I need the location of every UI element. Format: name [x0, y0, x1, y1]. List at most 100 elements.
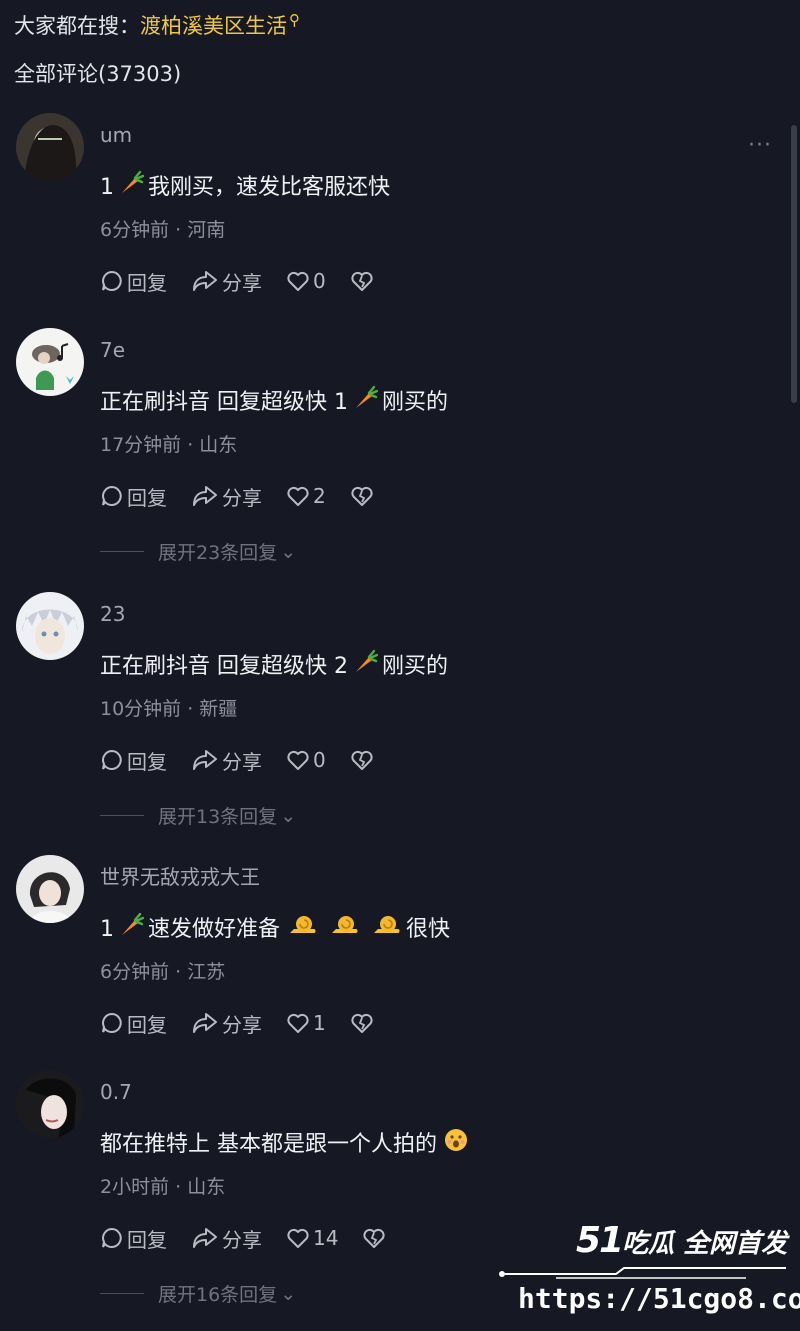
comment-meta: 6分钟前 · 河南	[100, 219, 226, 241]
comment-username[interactable]: 世界无敌戎戎大王	[100, 863, 260, 891]
dislike-button[interactable]	[362, 1226, 389, 1250]
reply-icon	[102, 749, 122, 770]
like-count: 1	[313, 1011, 326, 1035]
like-button[interactable]: 1	[286, 1011, 326, 1035]
reply-button[interactable]: 回复	[100, 267, 167, 296]
carrot-emoji-icon	[118, 170, 145, 206]
heart-icon	[287, 1228, 309, 1248]
chevron-down-icon: ⌄	[280, 804, 297, 827]
divider	[100, 1293, 144, 1294]
comment-username[interactable]: um	[100, 121, 132, 149]
snail-emoji-icon	[330, 913, 360, 947]
divider	[100, 815, 144, 816]
chevron-down-icon: ⌄	[280, 540, 297, 563]
comment-text: 1 我刚买，速发比客服还快	[100, 170, 390, 206]
reply-icon	[102, 270, 122, 291]
share-icon	[193, 271, 217, 291]
search-suggestion-term[interactable]: 渡柏溪美区生活	[140, 14, 287, 38]
dislike-button[interactable]	[350, 269, 377, 293]
like-button[interactable]: 14	[286, 1226, 338, 1250]
broken-heart-icon	[363, 1228, 386, 1248]
watermark-url: https://51cgo8.com	[518, 1282, 800, 1315]
share-button[interactable]: 分享	[191, 482, 262, 511]
carrot-emoji-icon	[352, 649, 379, 685]
avatar[interactable]	[16, 328, 84, 396]
like-count: 14	[313, 1226, 339, 1250]
comment-meta: 10分钟前 · 新疆	[100, 698, 238, 720]
comment-username[interactable]: 7e	[100, 336, 125, 364]
reply-button[interactable]: 回复	[100, 482, 167, 511]
divider	[100, 551, 144, 552]
broken-heart-icon	[351, 750, 373, 770]
snail-emoji-icon	[288, 913, 318, 947]
search-icon[interactable]: ⚲	[289, 11, 300, 29]
watermark: 51吃瓜 全网首发 https://51cgo8.com	[496, 1216, 800, 1326]
share-button[interactable]: 分享	[191, 1009, 262, 1038]
avatar[interactable]	[16, 1070, 84, 1138]
share-icon	[193, 486, 217, 506]
reply-button[interactable]: 回复	[100, 1009, 167, 1038]
comment-item: 7e 正在刷抖音 回复超级快 1 刚买的 17分钟前 · 山东 回复 分享 2 展…	[0, 328, 780, 568]
like-button[interactable]: 2	[286, 484, 326, 508]
share-icon	[193, 750, 217, 770]
reply-icon	[102, 1227, 122, 1248]
comment-item: 世界无敌戎戎大王 1 速发做好准备 很快 6分钟前 · 江苏 回复 分享 1	[0, 855, 780, 1045]
comment-actions: 回复 分享 14	[100, 1223, 413, 1253]
comments-count: 全部评论(37303)	[14, 62, 182, 86]
comment-text: 正在刷抖音 回复超级快 1 刚买的	[100, 385, 448, 421]
comment-actions: 回复 分享 0	[100, 745, 401, 775]
search-suggestion-prefix: 大家都在搜：	[14, 14, 140, 38]
share-button[interactable]: 分享	[191, 267, 262, 296]
expand-replies-button[interactable]: 展开16条回复 ⌄	[100, 1280, 296, 1307]
comment-actions: 回复 分享 2	[100, 481, 401, 511]
comment-username[interactable]: 23	[100, 600, 125, 628]
watermark-brand: 51吃瓜 全网首发	[576, 1220, 788, 1261]
comment-meta: 17分钟前 · 山东	[100, 434, 238, 456]
comment-meta: 2小时前 · 山东	[100, 1176, 226, 1198]
heart-icon	[287, 750, 309, 770]
avatar[interactable]	[16, 855, 84, 923]
expand-replies-button[interactable]: 展开13条回复 ⌄	[100, 802, 296, 829]
dislike-button[interactable]	[350, 748, 377, 772]
reply-button[interactable]: 回复	[100, 746, 167, 775]
search-suggestion[interactable]: 大家都在搜：渡柏溪美区生活 ⚲	[14, 10, 300, 44]
comment-item: um 1 我刚买，速发比客服还快 6分钟前 · 河南 回复 分享 0	[0, 113, 780, 303]
reply-button[interactable]: 回复	[100, 1224, 167, 1253]
comment-actions: 回复 分享 1	[100, 1008, 401, 1038]
heart-icon	[287, 486, 309, 506]
snail-emoji-icon	[372, 913, 402, 947]
like-count: 2	[313, 484, 326, 508]
share-icon	[193, 1013, 217, 1033]
scrollbar[interactable]	[791, 125, 797, 403]
comment-username[interactable]: 0.7	[100, 1078, 132, 1106]
chevron-down-icon: ⌄	[280, 1282, 297, 1305]
comment-item: 23 正在刷抖音 回复超级快 2 刚买的 10分钟前 · 新疆 回复 分享 0 展…	[0, 592, 780, 832]
comment-text: 正在刷抖音 回复超级快 2 刚买的	[100, 649, 448, 685]
heart-icon	[287, 271, 309, 291]
comment-text: 1 速发做好准备 很快	[100, 912, 450, 948]
reply-icon	[102, 1012, 122, 1033]
dislike-button[interactable]	[350, 484, 377, 508]
like-button[interactable]: 0	[286, 269, 326, 293]
dislike-button[interactable]	[350, 1011, 377, 1035]
watermark-circuit-line	[499, 1267, 786, 1279]
avatar[interactable]	[16, 113, 84, 181]
broken-heart-icon	[351, 486, 373, 506]
carrot-emoji-icon	[352, 385, 379, 421]
comment-actions: 回复 分享 0	[100, 266, 401, 296]
comment-meta: 6分钟前 · 江苏	[100, 961, 226, 983]
like-count: 0	[313, 748, 326, 772]
heart-icon	[287, 1013, 309, 1033]
share-button[interactable]: 分享	[191, 746, 262, 775]
like-count: 0	[313, 269, 326, 293]
surprised-face-emoji-icon	[443, 1127, 469, 1163]
avatar[interactable]	[16, 592, 84, 660]
broken-heart-icon	[351, 271, 373, 291]
like-button[interactable]: 0	[286, 748, 326, 772]
comment-text: 都在推特上 基本都是跟一个人拍的	[100, 1127, 473, 1163]
carrot-emoji-icon	[118, 912, 145, 948]
share-button[interactable]: 分享	[191, 1224, 262, 1253]
broken-heart-icon	[351, 1013, 373, 1033]
expand-replies-button[interactable]: 展开23条回复 ⌄	[100, 538, 296, 565]
share-icon	[193, 1228, 217, 1248]
